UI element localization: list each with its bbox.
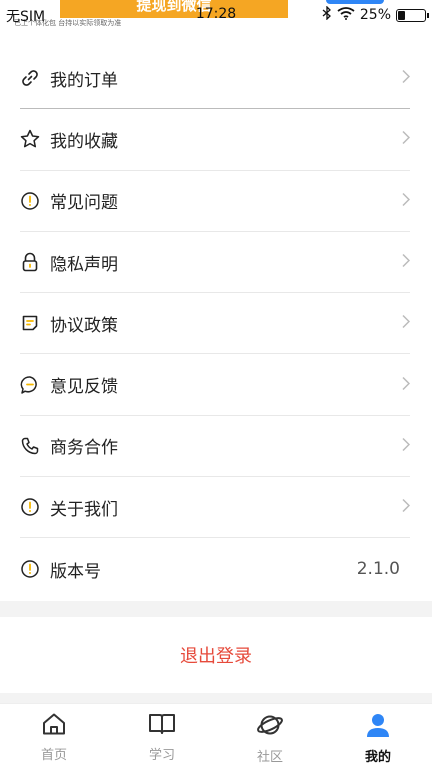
star-icon <box>20 129 40 149</box>
tab-label: 学习 <box>148 748 175 763</box>
chevron-right-icon <box>402 375 411 394</box>
menu-item-label: 常见问题 <box>50 193 118 214</box>
tab-label: 我的 <box>364 750 391 765</box>
tab-label: 社区 <box>256 750 283 765</box>
chevron-right-icon <box>402 436 411 455</box>
chevron-right-icon <box>402 314 411 333</box>
menu-item-version: 版本号 2.1.0 <box>20 538 410 599</box>
chevron-right-icon <box>402 130 411 149</box>
menu-item-business[interactable]: 商务合作 <box>20 416 411 478</box>
bottom-tab-bar: 首页 学习 社区 我的 <box>0 703 432 768</box>
menu-item-label: 版本号 <box>50 561 101 582</box>
logout-button[interactable]: 退出登录 <box>0 617 432 693</box>
document-icon <box>20 313 40 333</box>
menu-item-orders[interactable]: 我的订单 <box>20 48 411 110</box>
section-divider <box>0 601 432 617</box>
info-icon <box>20 497 40 517</box>
bluetooth-icon <box>322 5 332 24</box>
menu-item-privacy[interactable]: 隐私声明 <box>20 232 411 294</box>
link-icon <box>20 68 40 88</box>
tab-study[interactable]: 学习 <box>108 704 216 768</box>
settings-menu: 我的订单 我的收藏 常见问题 隐私声明 协议政策 意见反馈 商务合作 关于我们 … <box>0 48 432 600</box>
logout-label: 退出登录 <box>180 646 252 667</box>
menu-item-label: 关于我们 <box>50 499 118 520</box>
menu-item-about[interactable]: 关于我们 <box>20 477 411 539</box>
menu-item-label: 意见反馈 <box>50 377 118 398</box>
user-icon <box>365 712 391 742</box>
chat-icon <box>20 375 40 395</box>
wifi-icon <box>337 6 355 24</box>
menu-item-favorites[interactable]: 我的收藏 <box>20 109 411 171</box>
menu-item-label: 隐私声明 <box>50 254 118 275</box>
phone-icon <box>20 436 40 456</box>
status-icons: 25% <box>322 5 429 24</box>
chevron-right-icon <box>402 69 411 88</box>
version-value: 2.1.0 <box>356 559 400 580</box>
lock-icon <box>20 252 40 272</box>
question-icon <box>20 191 40 211</box>
tab-mine[interactable]: 我的 <box>324 704 432 768</box>
menu-item-faq[interactable]: 常见问题 <box>20 171 411 232</box>
tab-label: 首页 <box>40 748 67 763</box>
menu-item-label: 我的收藏 <box>50 131 118 152</box>
battery-percent: 25% <box>359 7 391 23</box>
menu-item-feedback[interactable]: 意见反馈 <box>20 354 411 416</box>
top-indicator <box>326 0 384 4</box>
chevron-right-icon <box>402 191 411 210</box>
battery-icon <box>396 8 429 22</box>
chevron-right-icon <box>402 498 411 517</box>
book-icon <box>148 712 176 740</box>
chevron-right-icon <box>402 253 411 272</box>
menu-item-label: 商务合作 <box>50 438 118 459</box>
menu-item-label: 我的订单 <box>50 70 118 91</box>
tab-community[interactable]: 社区 <box>216 704 324 768</box>
status-bar: 提现到微信 已上个体化包 台持以实际领取为准 无SIM 17:28 25% <box>0 0 432 30</box>
info-icon <box>20 559 40 579</box>
home-icon <box>41 712 67 740</box>
menu-item-label: 协议政策 <box>50 315 118 336</box>
section-divider <box>0 693 432 703</box>
planet-icon <box>256 712 284 742</box>
menu-item-policy[interactable]: 协议政策 <box>20 293 411 355</box>
tab-home[interactable]: 首页 <box>0 704 108 768</box>
